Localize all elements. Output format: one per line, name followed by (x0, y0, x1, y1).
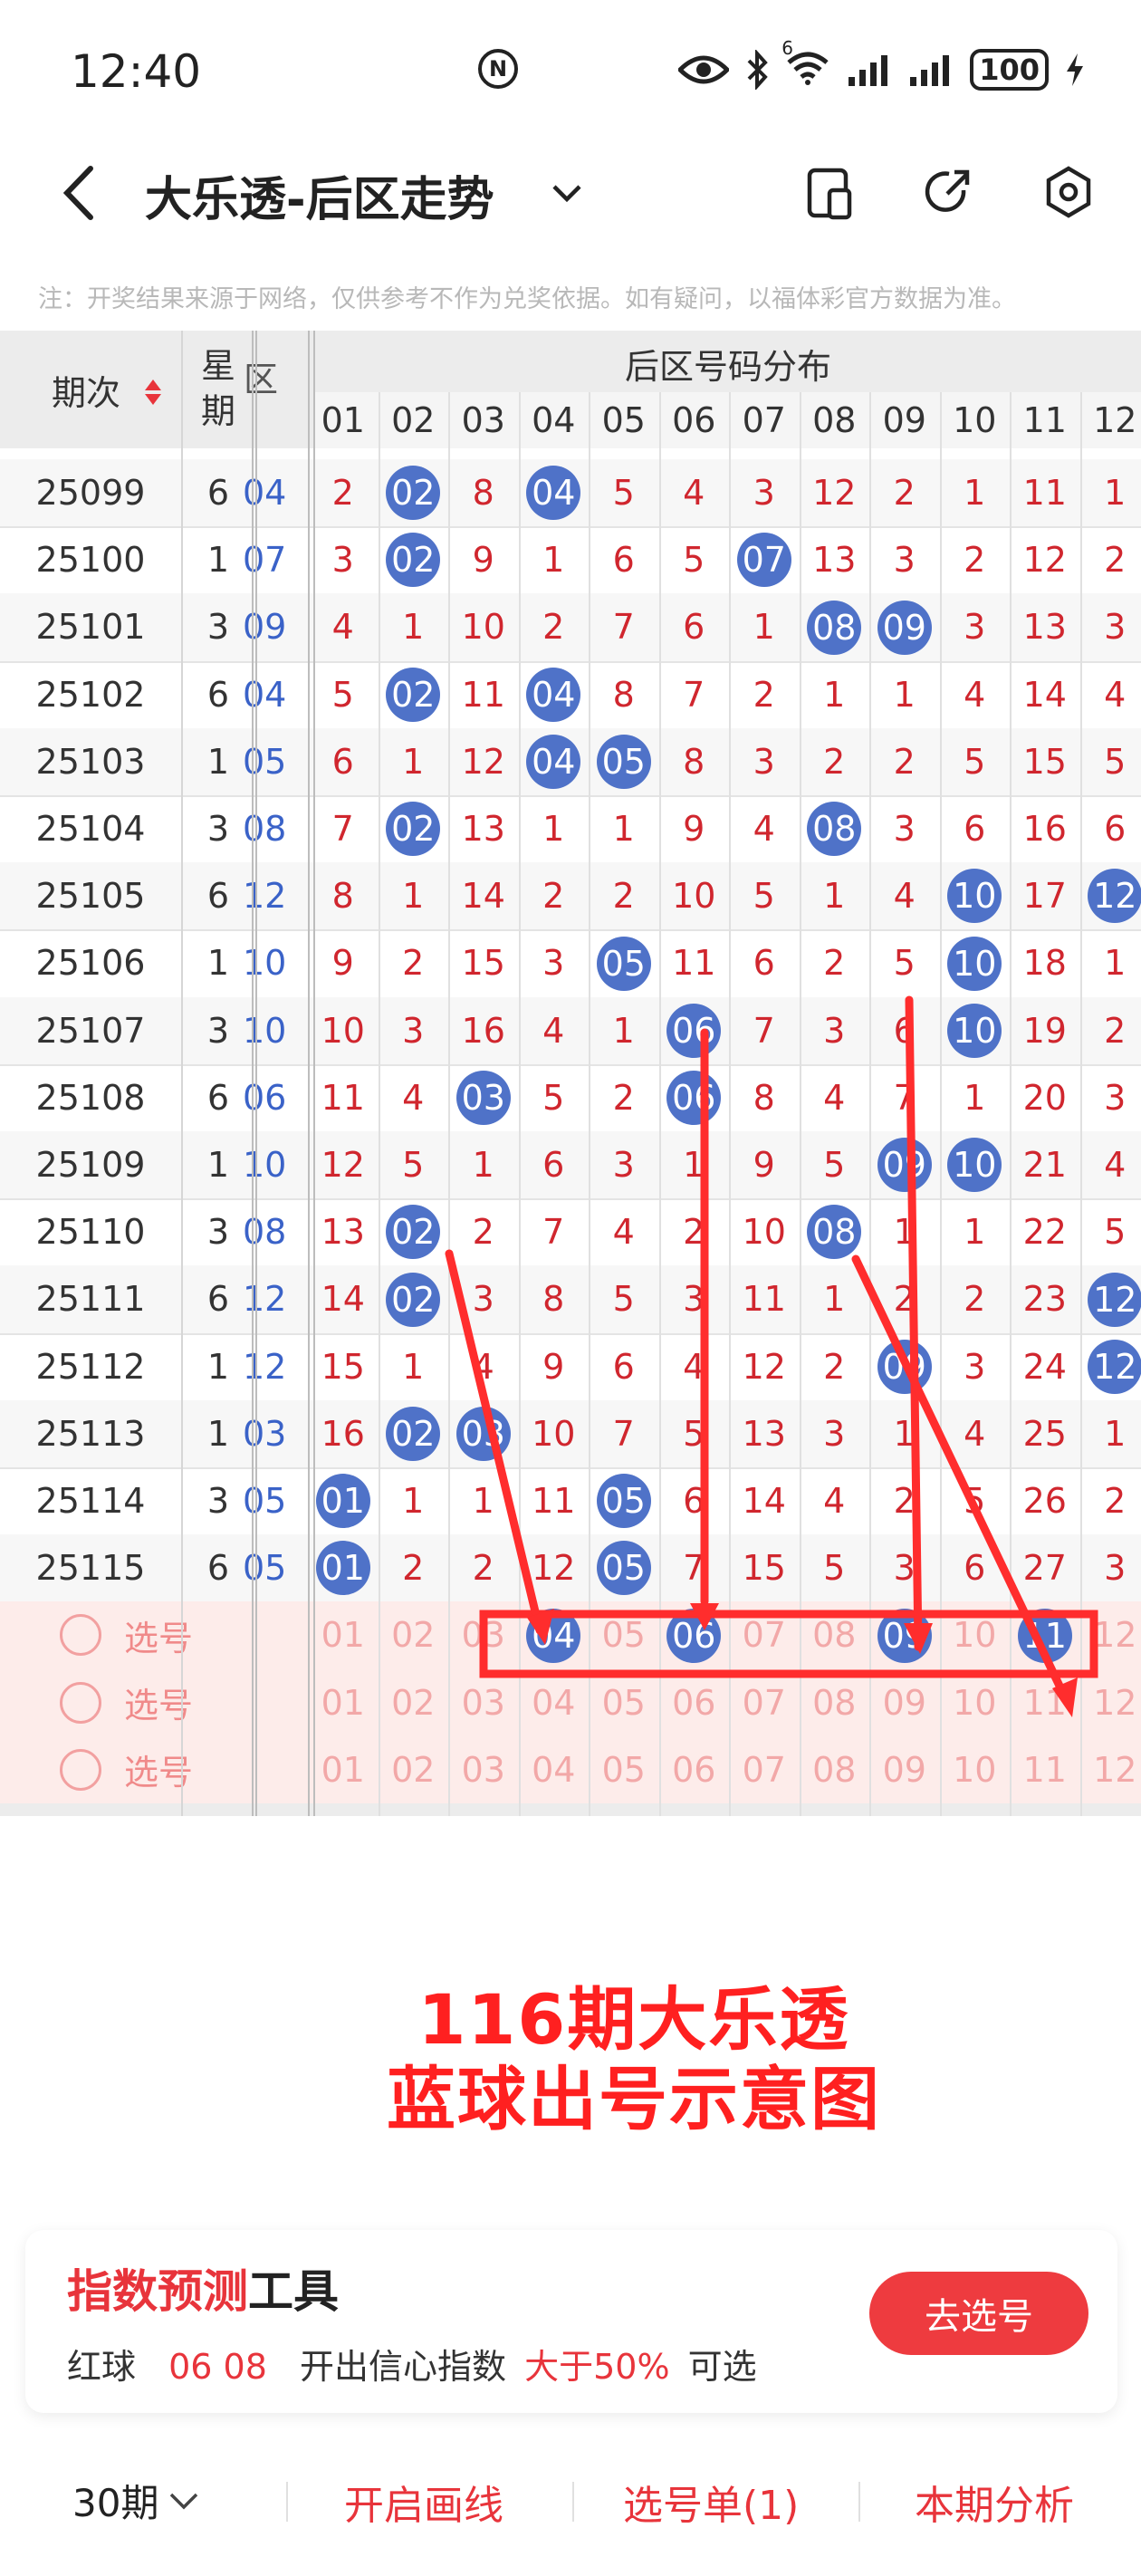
nav-separator (858, 2482, 860, 2522)
pick-highlight-box (479, 1610, 1098, 1678)
overlay-line-2: 蓝球出号示意图 (387, 2059, 881, 2139)
overlay-line-1: 116期大乐透 (417, 1979, 850, 2060)
arrow-line-09 (905, 995, 923, 1651)
draw-line-button[interactable]: 开启画线 (344, 2473, 503, 2531)
predict-title-black: 工具 (248, 2265, 339, 2318)
ball-label: 红球 (67, 2347, 137, 2387)
selectable-text: 可选 (687, 2347, 757, 2387)
chevron-down-icon-nav (170, 2493, 198, 2509)
arrow-line-02 (445, 1249, 544, 1635)
predict-title-red: 指数预测 (67, 2265, 248, 2318)
pick-list-button[interactable]: 选号单(1) (623, 2473, 799, 2531)
periods-label: 30期 (72, 2481, 159, 2525)
overlay-caption: 116期大乐透 蓝球出号示意图 (344, 1980, 924, 2139)
arrow-line-08 (851, 1254, 1071, 1706)
confidence-text: 开出信心指数 (300, 2347, 507, 2387)
confidence-value: 大于50% (524, 2347, 670, 2387)
nav-separator (572, 2482, 574, 2522)
predict-info: 红球 06 08 开出信心指数 大于50% 可选 (67, 2339, 757, 2389)
go-pick-button[interactable]: 去选号 (869, 2272, 1088, 2355)
periods-selector[interactable]: 30期 (72, 2473, 200, 2528)
period-analysis-button[interactable]: 本期分析 (915, 2473, 1074, 2531)
annotation-drawing (445, 995, 1098, 1717)
predict-card: 指数预测工具 红球 06 08 开出信心指数 大于50% 可选 去选号 (25, 2230, 1117, 2413)
arrow-head-09 (904, 1623, 933, 1654)
predict-title: 指数预测工具 (67, 2255, 339, 2321)
nav-separator (286, 2482, 288, 2522)
ball-numbers: 06 08 (168, 2347, 267, 2387)
